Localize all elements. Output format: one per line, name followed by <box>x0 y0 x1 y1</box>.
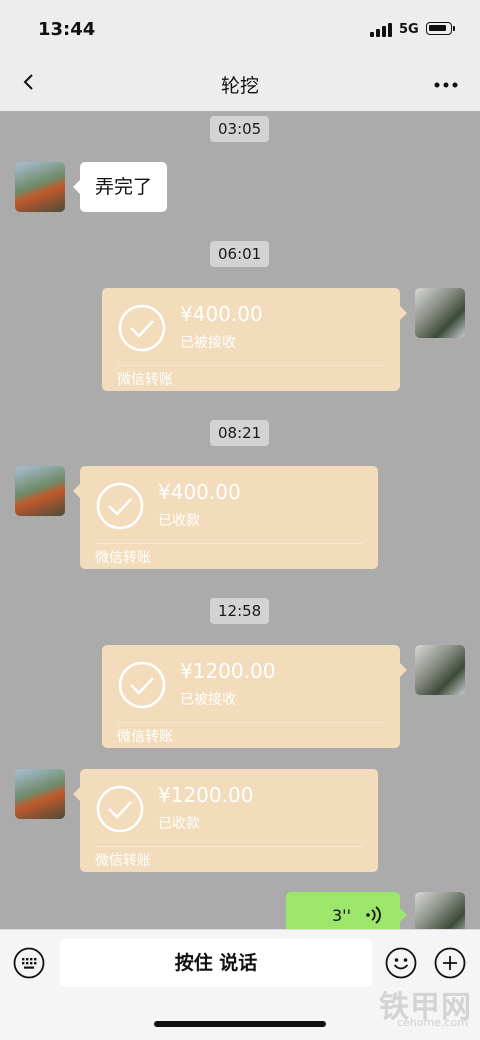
transfer-status: 已被接收 <box>180 335 236 351</box>
home-indicator <box>154 1021 326 1027</box>
transfer-amount: ¥400.00 <box>180 302 263 326</box>
signal-icon <box>370 23 394 37</box>
contact-avatar[interactable] <box>15 162 65 212</box>
more-icon[interactable] <box>434 82 458 88</box>
transfer-status: 已收款 <box>158 513 200 529</box>
chat-title: 轮挖 <box>220 75 259 97</box>
transfer-footer: 微信转账 <box>117 372 173 388</box>
check-icon <box>118 304 166 352</box>
voice-duration: 3'' <box>332 906 351 925</box>
network-label: 5G <box>399 22 419 37</box>
chat-area[interactable]: 03:05 弄完了 06:01 ¥400.00 已被接收 微信转账 08:21 … <box>0 111 480 929</box>
contact-avatar[interactable] <box>15 769 65 819</box>
transfer-amount: ¥1200.00 <box>158 783 254 807</box>
divider <box>117 365 385 366</box>
transfer-status: 已收款 <box>158 816 200 832</box>
my-avatar[interactable] <box>415 892 465 929</box>
status-time: 13:44 <box>38 19 96 40</box>
my-avatar[interactable] <box>415 645 465 695</box>
watermark: 铁甲网 cehome.com <box>360 982 478 1034</box>
timestamp: 03:05 <box>210 116 270 142</box>
divider <box>117 722 385 723</box>
nav-bar: 轮挖 <box>0 56 480 111</box>
keyboard-icon[interactable] <box>13 947 45 979</box>
battery-icon <box>426 22 455 35</box>
transfer-card[interactable]: ¥1200.00 已被接收 微信转账 <box>102 645 407 748</box>
plus-icon[interactable] <box>434 947 466 979</box>
transfer-card[interactable]: ¥400.00 已被接收 微信转账 <box>102 288 407 391</box>
transfer-amount: ¥400.00 <box>158 480 241 504</box>
hold-to-talk-button[interactable]: 按住 说话 <box>60 939 372 987</box>
check-icon <box>96 482 144 530</box>
timestamp: 06:01 <box>210 241 270 267</box>
check-icon <box>96 785 144 833</box>
voice-message[interactable]: 3'' <box>286 892 407 929</box>
transfer-footer: 微信转账 <box>95 853 151 869</box>
transfer-card[interactable]: ¥1200.00 已收款 微信转账 <box>73 769 378 872</box>
voice-icon <box>366 906 381 924</box>
my-avatar[interactable] <box>415 288 465 338</box>
timestamp: 12:58 <box>210 598 270 624</box>
watermark-url: cehome.com <box>397 1016 468 1029</box>
divider <box>95 543 363 544</box>
status-bar: 13:44 5G <box>0 0 480 56</box>
timestamp: 08:21 <box>210 420 270 446</box>
transfer-footer: 微信转账 <box>117 729 173 745</box>
transfer-card[interactable]: ¥400.00 已收款 微信转账 <box>73 466 378 569</box>
contact-avatar[interactable] <box>15 466 65 516</box>
message-bubble[interactable]: 弄完了 <box>72 162 168 212</box>
transfer-footer: 微信转账 <box>95 550 151 566</box>
divider <box>95 846 363 847</box>
emoji-icon[interactable] <box>385 947 417 979</box>
check-icon <box>118 661 166 709</box>
transfer-status: 已被接收 <box>180 692 236 708</box>
transfer-amount: ¥1200.00 <box>180 659 276 683</box>
